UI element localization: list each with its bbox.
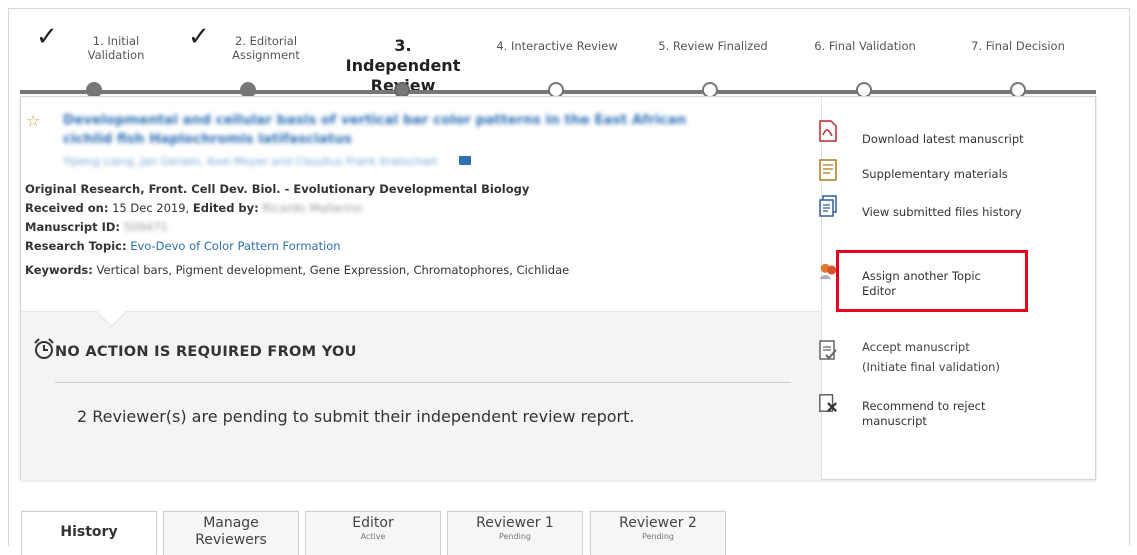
reject-label: Recommend to reject manuscript <box>862 399 986 429</box>
manuscript-id-value: 509471 <box>123 220 168 234</box>
star-icon[interactable]: ☆ <box>26 111 40 130</box>
tab-reviewer-1[interactable]: Reviewer 1 Pending <box>447 511 583 555</box>
alarm-clock-icon <box>34 338 54 359</box>
keywords-value: Vertical bars, Pigment development, Gene… <box>96 263 570 277</box>
step-2-label: 2. Editorial <box>234 34 298 48</box>
tab-editor[interactable]: Editor Active <box>305 511 441 555</box>
tab-reviewer-2-label: Reviewer 2 <box>619 515 697 531</box>
status-panel: NO ACTION IS REQUIRED FROM YOU 2 Reviewe… <box>21 311 821 480</box>
research-topic-row: Research Topic: Evo-Devo of Color Patter… <box>25 239 341 253</box>
step-1[interactable]: 1. Initial Validation <box>76 34 156 62</box>
tab-reviewer-1-label: Reviewer 1 <box>476 515 554 531</box>
supplementary-label: Supplementary materials <box>862 167 1008 181</box>
step-4-label: 4. Interactive Review <box>496 39 618 53</box>
step-6-label: 6. Final Validation <box>814 39 916 53</box>
download-label: Download latest manuscript <box>862 132 1024 146</box>
step-7[interactable]: 7. Final Decision <box>956 39 1080 53</box>
step-5-label: 5. Review Finalized <box>658 39 768 53</box>
status-separator <box>55 382 791 383</box>
column-divider <box>821 97 822 479</box>
tab-reviewer-2[interactable]: Reviewer 2 Pending <box>590 511 726 555</box>
reject-icon <box>819 394 837 412</box>
tab-editor-label: Editor <box>352 515 394 531</box>
tab-history-label: History <box>60 524 118 540</box>
manuscript-id-row: Manuscript ID: 509471 <box>25 220 168 234</box>
reject-label-1: Recommend to reject <box>862 399 986 413</box>
tab-manage-reviewers[interactable]: Manage Reviewers <box>163 511 299 555</box>
manuscript-info: ☆ Developmental and cellular basis of ve… <box>21 97 821 311</box>
mail-icon[interactable] <box>459 156 471 165</box>
tab-editor-status: Active <box>360 532 386 541</box>
tab-reviewer-2-status: Pending <box>642 532 674 541</box>
step-2[interactable]: 2. Editorial Assignment <box>226 34 306 62</box>
accept-label-1: Accept manuscript <box>862 340 970 354</box>
reject-label-2: manuscript <box>862 414 927 428</box>
received-value: 15 Dec 2019, <box>112 201 190 215</box>
step-1-label: 1. Initial <box>92 34 140 48</box>
manuscript-id-label: Manuscript ID: <box>25 220 121 234</box>
step-1-label-2: Validation <box>87 48 145 62</box>
research-topic-label: Research Topic: <box>25 239 127 253</box>
received-row: Received on: 15 Dec 2019, Edited by: Ric… <box>25 201 362 215</box>
assign-label: Assign another Topic Editor <box>862 269 981 299</box>
assign-editor-icon <box>819 263 837 280</box>
no-action-heading: NO ACTION IS REQUIRED FROM YOU <box>55 344 357 360</box>
research-topic-link[interactable]: Evo-Devo of Color Pattern Formation <box>130 239 340 253</box>
keywords-label: Keywords: <box>25 263 93 277</box>
step-6[interactable]: 6. Final Validation <box>800 39 930 53</box>
step-2-label-2: Assignment <box>232 48 300 62</box>
received-label: Received on: <box>25 201 109 215</box>
step-4[interactable]: 4. Interactive Review <box>486 39 628 53</box>
document-icon <box>819 159 837 181</box>
assign-label-1: Assign another Topic <box>862 269 981 283</box>
tab-reviewer-1-status: Pending <box>499 532 531 541</box>
accept-label-2: (Initiate final validation) <box>862 360 1000 374</box>
author-list: Yipeng Liang, Jan Gerwin, Axel Meyer and… <box>63 155 438 168</box>
step-7-label: 7. Final Decision <box>971 39 1065 53</box>
assign-label-2: Editor <box>862 284 897 298</box>
pending-message: 2 Reviewer(s) are pending to submit thei… <box>77 407 635 426</box>
edited-by-value: Ricardo Mallarino <box>262 201 363 215</box>
history-label: View submitted files history <box>862 205 1022 219</box>
edited-by-label: Edited by: <box>192 201 259 215</box>
step-3-label: 3. Independent <box>345 36 461 75</box>
tab-history[interactable]: History <box>21 511 157 555</box>
files-history-icon <box>819 195 837 217</box>
keywords-row: Keywords: Vertical bars, Pigment develop… <box>25 263 569 277</box>
title-line-1: Developmental and cellular basis of vert… <box>63 112 687 128</box>
manuscript-title[interactable]: Developmental and cellular basis of vert… <box>63 111 783 149</box>
title-line-2: cichlid fish Haplochromis latifasciatus <box>63 131 352 147</box>
article-type: Original Research, Front. Cell Dev. Biol… <box>25 182 530 196</box>
step-5[interactable]: 5. Review Finalized <box>644 39 782 53</box>
accept-label: Accept manuscript (Initiate final valida… <box>862 340 1000 375</box>
accept-icon <box>819 340 837 360</box>
pdf-icon <box>819 120 837 142</box>
tab-manage-label-2: Reviewers <box>195 532 267 548</box>
tab-manage-label: Manage <box>203 515 259 531</box>
